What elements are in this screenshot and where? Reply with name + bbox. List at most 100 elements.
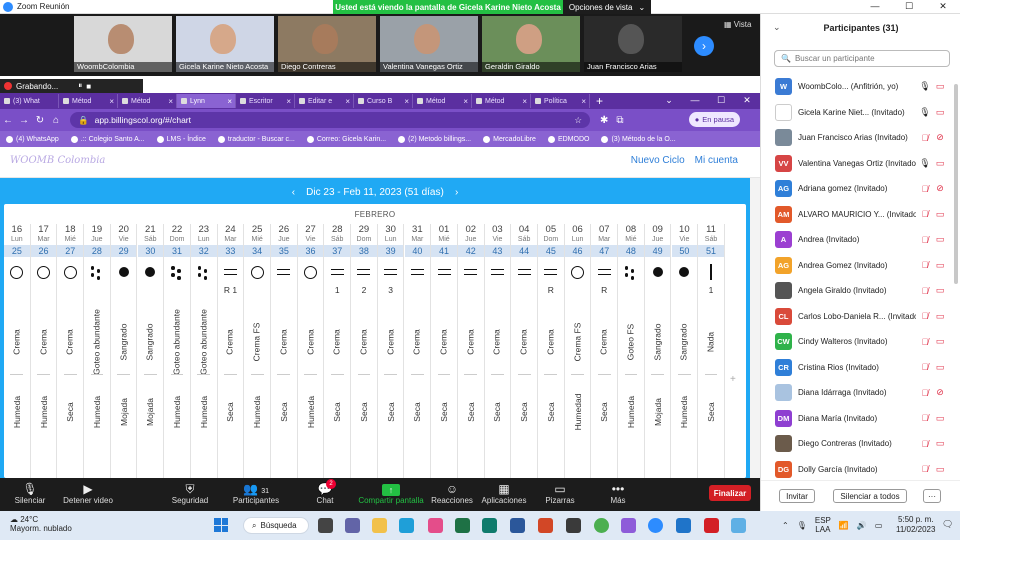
- camera-icon[interactable]: ▭: [934, 438, 946, 449]
- participant-row[interactable]: DG Dolly García (Invitado) 🎙̸ ▭: [775, 457, 951, 482]
- participant-row[interactable]: AM ALVARO MAURICIO Y... (Invitado) 🎙̸ ▭: [775, 202, 951, 227]
- tab-close-icon[interactable]: ×: [168, 97, 173, 106]
- acrobat-icon[interactable]: [704, 518, 719, 533]
- share-screen-button[interactable]: ↑ Compartir pantalla: [355, 482, 427, 505]
- mic-muted-icon[interactable]: 🎙̸: [919, 184, 931, 194]
- close-icon[interactable]: ✕: [926, 1, 960, 12]
- url-input[interactable]: 🔒 app.billingscol.org/#/chart ☆: [70, 112, 590, 128]
- day-column[interactable]: 27 Vie 36 Crema Humeda: [297, 224, 325, 478]
- participant-row[interactable]: Gicela Karine Niet... (Invitado) 🎙 ▭: [775, 100, 951, 125]
- camera-icon[interactable]: ▭: [934, 464, 946, 475]
- participant-row[interactable]: CW Cindy Walteros (Invitado) 🎙̸ ▭: [775, 329, 951, 354]
- zoom-icon[interactable]: [648, 518, 663, 533]
- tab-close-icon[interactable]: ×: [227, 97, 232, 106]
- whiteboards-button[interactable]: ▭ Pizarras: [530, 482, 590, 505]
- day-column[interactable]: 22 Dom 31 Goteo abundante Humeda: [164, 224, 191, 478]
- volume-icon[interactable]: 🔊: [857, 521, 867, 530]
- maximize-icon[interactable]: ☐: [708, 95, 734, 106]
- more-options-button[interactable]: ···: [923, 489, 941, 503]
- day-column[interactable]: 05 Dom 45 R Crema Seca: [538, 224, 565, 478]
- symbol-cell[interactable]: [458, 264, 484, 280]
- mute-button[interactable]: 🎙 Silenciar: [0, 482, 60, 505]
- symbol-cell[interactable]: [31, 264, 57, 280]
- day-column[interactable]: 29 Dom 38 2 Crema Seca: [351, 224, 378, 478]
- participant-row[interactable]: Angela Giraldo (Invitado) 🎙̸ ▭: [775, 278, 951, 303]
- mic-muted-icon[interactable]: 🎙̸: [919, 464, 931, 474]
- chevron-down-icon[interactable]: ⌄: [656, 95, 682, 106]
- day-column[interactable]: 06 Lun 46 Crema FS Humedad: [564, 224, 592, 478]
- tab-close-icon[interactable]: ×: [522, 97, 527, 106]
- day-column[interactable]: 20 Vie 29 Sangrado Mojada: [110, 224, 138, 478]
- day-column[interactable]: 03 Vie 43 Crema Seca: [484, 224, 512, 478]
- stop-recording-icon[interactable]: ■: [86, 82, 91, 91]
- video-tile[interactable]: Valentina Vanegas Ortiz: [380, 16, 478, 72]
- symbol-cell[interactable]: [405, 264, 431, 280]
- tab-close-icon[interactable]: ×: [109, 97, 114, 106]
- mic-muted-icon[interactable]: 🎙̸: [919, 388, 931, 398]
- new-tab-icon[interactable]: +: [596, 94, 603, 108]
- minimize-icon[interactable]: —: [682, 95, 708, 106]
- wifi-icon[interactable]: 📶: [839, 521, 849, 530]
- camera-icon[interactable]: ▭: [934, 81, 946, 92]
- mic-muted-icon[interactable]: 🎙̸: [919, 209, 931, 219]
- prev-range-icon[interactable]: ‹: [292, 187, 295, 198]
- symbol-cell[interactable]: [378, 264, 404, 280]
- participant-row[interactable]: Diana Idárraga (Invitado) 🎙̸ ⊘: [775, 380, 951, 405]
- apps-button[interactable]: ▦ Aplicaciones: [474, 482, 534, 505]
- mic-muted-icon[interactable]: 🎙̸: [919, 362, 931, 372]
- day-column[interactable]: 19 Jue 28 Goteo abundante Humeda: [84, 224, 111, 478]
- reactions-button[interactable]: ☺ Reacciones: [422, 482, 482, 505]
- day-column[interactable]: 07 Mar 47 R Crema Seca: [591, 224, 619, 478]
- camera-icon[interactable]: ▭: [934, 311, 946, 322]
- profile-paused-button[interactable]: ● En pausa: [688, 112, 740, 127]
- microphone-icon[interactable]: 🎙: [797, 521, 807, 530]
- camera-icon[interactable]: ▭: [934, 107, 946, 118]
- notifications-icon[interactable]: 🗨: [942, 519, 953, 530]
- day-column[interactable]: 17 Mar 26 Crema Humeda: [30, 224, 58, 478]
- browser-tab[interactable]: Escritor ×: [236, 94, 295, 108]
- close-icon[interactable]: ✕: [734, 95, 760, 106]
- participant-row[interactable]: CR Cristina Rios (Invitado) 🎙̸ ▭: [775, 355, 951, 380]
- back-icon[interactable]: ←: [0, 115, 16, 126]
- participant-row[interactable]: DM Diana María (Invitado) 🎙̸ ▭: [775, 406, 951, 431]
- camera-icon[interactable]: ▭: [934, 413, 946, 424]
- mic-muted-icon[interactable]: 🎙̸: [919, 439, 931, 449]
- microphone-icon[interactable]: 🎙: [919, 107, 931, 118]
- language-indicator[interactable]: ESP LAA: [815, 516, 831, 534]
- day-column[interactable]: 08 Mié 48 Goteo FS Humeda: [618, 224, 645, 478]
- symbol-cell[interactable]: [698, 264, 724, 280]
- tab-close-icon[interactable]: ×: [286, 97, 291, 106]
- home-icon[interactable]: ⌂: [48, 115, 64, 126]
- teams-icon[interactable]: [345, 518, 360, 533]
- day-column[interactable]: 09 Jue 49 Sangrado Mojada: [644, 224, 672, 478]
- day-column[interactable]: 26 Jue 35 Crema Seca: [271, 224, 298, 478]
- instagram-icon[interactable]: [428, 518, 443, 533]
- day-column[interactable]: 21 Sáb 30 Sangrado Mojada: [137, 224, 165, 478]
- browser-tab[interactable]: (3) What: [0, 94, 59, 108]
- symbol-cell[interactable]: [191, 264, 217, 280]
- microphone-icon[interactable]: 🎙: [919, 81, 931, 92]
- video-tile[interactable]: Gicela Karine Nieto Acosta: [176, 16, 274, 72]
- clock[interactable]: 5:50 p. m. 11/02/2023: [896, 515, 935, 535]
- security-button[interactable]: ⛨ Seguridad: [160, 482, 220, 505]
- camera-icon[interactable]: ▭: [934, 285, 946, 296]
- symbol-cell[interactable]: [565, 264, 591, 280]
- symbol-cell[interactable]: [324, 264, 350, 280]
- forward-icon[interactable]: →: [16, 115, 32, 126]
- day-column[interactable]: 25 Mié 34 Crema FS Humeda: [244, 224, 271, 478]
- video-tile[interactable]: Geraldin Giraldo: [482, 16, 580, 72]
- bookmark[interactable]: traductor - Buscar c...: [217, 135, 295, 143]
- browser-tab[interactable]: Editar e ×: [295, 94, 354, 108]
- video-tile[interactable]: Diego Contreras: [278, 16, 376, 72]
- site-logo[interactable]: WOOMB Colombia: [10, 155, 105, 166]
- participant-row[interactable]: AG Andrea Gomez (Invitado) 🎙̸ ▭: [775, 253, 951, 278]
- camera-icon[interactable]: ▭: [934, 158, 946, 169]
- tab-close-icon[interactable]: ×: [345, 97, 350, 106]
- bookmark[interactable]: LMS - Índice: [156, 135, 206, 143]
- mute-all-button[interactable]: Silenciar a todos: [833, 489, 907, 503]
- invite-button[interactable]: Invitar: [779, 489, 815, 503]
- browser-tab[interactable]: Métod ×: [413, 94, 472, 108]
- mic-muted-icon[interactable]: 🎙̸: [919, 337, 931, 347]
- app-icon[interactable]: [676, 518, 691, 533]
- symbol-cell[interactable]: [431, 264, 457, 280]
